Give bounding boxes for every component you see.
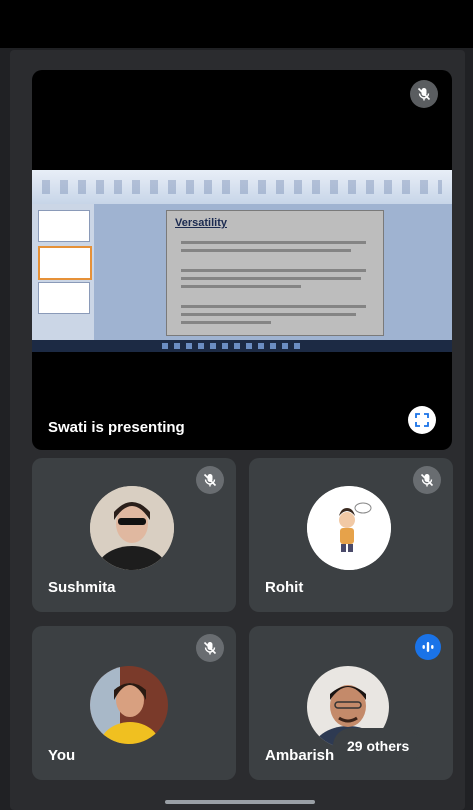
mic-off-icon: [196, 634, 224, 662]
slide-page: Versatility: [166, 210, 384, 336]
participant-name: Sushmita: [48, 579, 116, 596]
avatar: [90, 486, 174, 570]
home-indicator[interactable]: [165, 800, 315, 804]
participant-name: You: [48, 747, 76, 764]
participant-name: Ambarish: [265, 747, 335, 764]
participant-tile-you[interactable]: You: [32, 626, 236, 780]
status-bar: [0, 0, 473, 48]
mic-off-icon: [413, 466, 441, 494]
avatar: [90, 666, 168, 744]
participant-tile-sushmita[interactable]: Sushmita: [32, 458, 236, 612]
meeting-grid: Versatility Swati is presenting Sushmita…: [10, 50, 465, 810]
audio-level-icon: [415, 634, 441, 660]
taskbar: [32, 340, 452, 352]
fullscreen-button[interactable]: [408, 406, 436, 434]
others-button[interactable]: 29 others: [335, 730, 422, 762]
slide-canvas: Versatility: [94, 204, 452, 340]
presentation-tile[interactable]: Versatility Swati is presenting: [32, 70, 452, 450]
avatar: [307, 486, 391, 570]
participant-tile-rohit[interactable]: Rohit: [249, 458, 453, 612]
shared-screen: Versatility: [32, 170, 452, 352]
mic-off-icon: [410, 80, 438, 108]
slide-thumbnails: [32, 204, 95, 340]
participant-name: Rohit: [265, 579, 304, 596]
presenter-label: Swati is presenting: [48, 419, 185, 436]
participant-tile-ambarish[interactable]: Ambarish 29 others: [249, 626, 453, 780]
mic-off-icon: [196, 466, 224, 494]
ribbon: [32, 170, 452, 205]
slide-title: Versatility: [175, 217, 227, 229]
fullscreen-icon: [415, 413, 429, 427]
